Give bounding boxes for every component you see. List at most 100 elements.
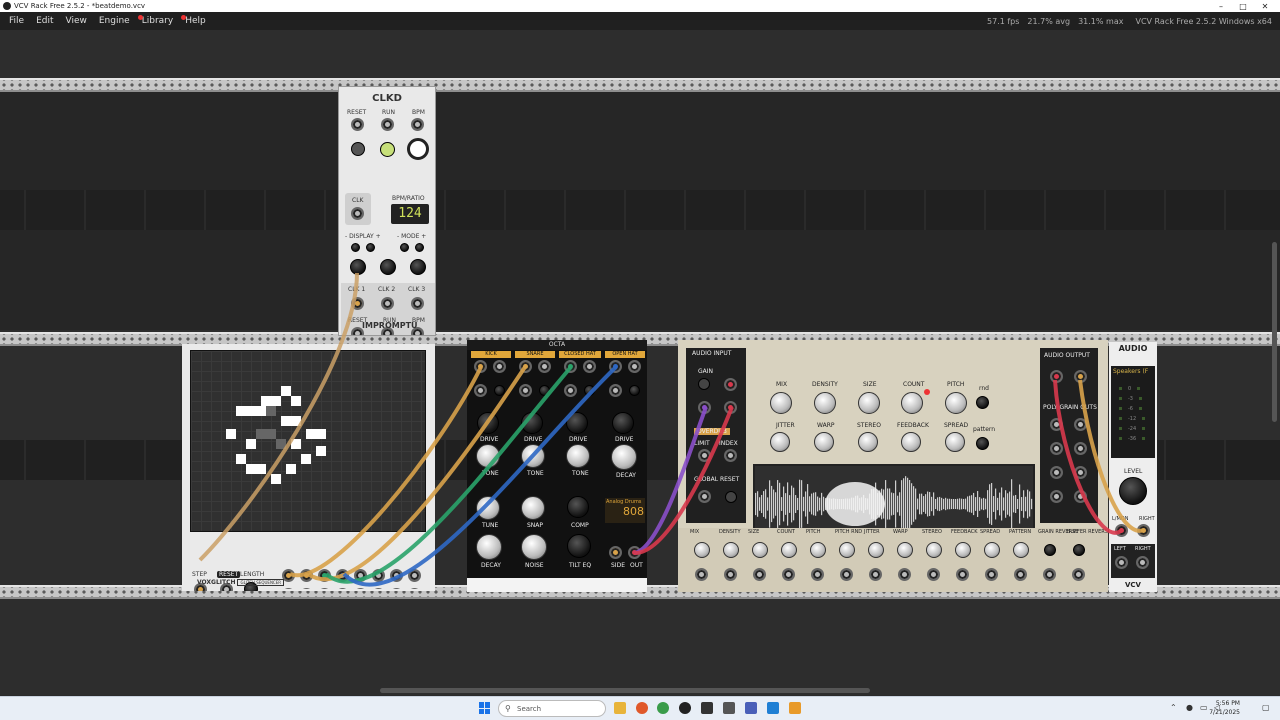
clkd-mode-minus[interactable] bbox=[400, 243, 409, 252]
app-icon-3[interactable] bbox=[789, 702, 801, 714]
ohat-drive-knob[interactable] bbox=[612, 412, 634, 434]
cv-attenuator-knob[interactable] bbox=[723, 542, 739, 558]
network-icon[interactable]: ▭ bbox=[1200, 703, 1208, 712]
clkd-reset-input[interactable] bbox=[351, 118, 364, 131]
windows-start-icon[interactable] bbox=[479, 702, 491, 714]
octa-drum-module[interactable]: OCTA KICK SNARE CLOSED HAT OPEN HAT DRIV… bbox=[467, 340, 647, 592]
cv-attenuator-knob[interactable] bbox=[926, 542, 942, 558]
menu-library[interactable]: Library bbox=[136, 15, 179, 26]
menu-help[interactable]: Help bbox=[179, 15, 212, 26]
kick-tone-knob[interactable] bbox=[476, 444, 500, 468]
snare-snap-knob[interactable] bbox=[521, 496, 545, 520]
snare-tone-knob[interactable] bbox=[521, 444, 545, 468]
taskbar-search[interactable]: ⚲ Search bbox=[498, 700, 606, 717]
jitter-knob[interactable] bbox=[770, 432, 790, 452]
clkd-display-minus[interactable] bbox=[351, 243, 360, 252]
cv-input-jack[interactable] bbox=[782, 568, 795, 581]
audio-device-screen[interactable]: Speakers (F 0 -3 -6 -12 -24 -36 bbox=[1111, 366, 1155, 458]
audio-input-right[interactable] bbox=[724, 401, 737, 414]
audio-output-right[interactable] bbox=[1074, 370, 1087, 383]
cv-input-jack[interactable] bbox=[753, 568, 766, 581]
audio-in-left[interactable] bbox=[1115, 524, 1128, 537]
size-knob[interactable] bbox=[858, 392, 880, 414]
kick-drive-knob[interactable] bbox=[477, 412, 499, 434]
clkd-display-plus[interactable] bbox=[366, 243, 375, 252]
warp-knob[interactable] bbox=[814, 432, 834, 452]
kick-decay-knob[interactable] bbox=[476, 534, 502, 560]
global-reset-button[interactable] bbox=[725, 491, 737, 503]
firefox-icon[interactable] bbox=[636, 702, 648, 714]
vox-out-4[interactable] bbox=[336, 569, 349, 582]
glitch-sequencer-grid[interactable] bbox=[190, 350, 426, 532]
ohat-out[interactable] bbox=[628, 360, 641, 373]
octa-side-input[interactable] bbox=[609, 546, 622, 559]
cv-attenuator-knob[interactable] bbox=[868, 542, 884, 558]
app-icon-2[interactable] bbox=[745, 702, 757, 714]
vox-out-3[interactable] bbox=[318, 569, 331, 582]
notification-icon[interactable]: ▢ bbox=[1262, 703, 1270, 712]
vertical-scrollbar[interactable] bbox=[1272, 242, 1277, 422]
ohat-decay-knob[interactable] bbox=[611, 444, 637, 470]
vox-out-6[interactable] bbox=[372, 569, 385, 582]
vscode-icon[interactable] bbox=[767, 702, 779, 714]
cv-attenuator-knob[interactable] bbox=[694, 542, 710, 558]
octa-mix-output[interactable] bbox=[628, 546, 641, 559]
clkd-mode-plus[interactable] bbox=[415, 243, 424, 252]
cv-input-jack[interactable] bbox=[811, 568, 824, 581]
minimize-button[interactable]: – bbox=[1210, 0, 1232, 12]
menu-view[interactable]: View bbox=[60, 16, 93, 26]
level-knob[interactable] bbox=[1119, 477, 1147, 505]
granular-module[interactable]: AUDIO INPUT GAIN OVERDUB LIMIT INDEX GLO… bbox=[678, 340, 1108, 592]
chat-out[interactable] bbox=[583, 360, 596, 373]
gain-knob[interactable] bbox=[698, 378, 710, 390]
vcv-audio-module[interactable]: AUDIO Speakers (F 0 -3 -6 -12 -24 -36 LEVEL L… bbox=[1109, 342, 1157, 592]
clkd-module[interactable]: CLKD RESET RUN BPM BPM/RATIO CLK 124 - D… bbox=[338, 86, 436, 336]
ohat-cv-input[interactable] bbox=[609, 384, 622, 397]
kick-mute-button[interactable] bbox=[494, 385, 505, 396]
chat-trig-input[interactable] bbox=[564, 360, 577, 373]
clkd-clk-input[interactable] bbox=[351, 207, 364, 220]
index-input[interactable] bbox=[724, 449, 737, 462]
clkd-clk2-output[interactable] bbox=[381, 297, 394, 310]
close-button[interactable]: ✕ bbox=[1254, 0, 1276, 12]
vcv-rack-taskbar-icon[interactable] bbox=[679, 702, 691, 714]
mix-knob[interactable] bbox=[770, 392, 792, 414]
menu-edit[interactable]: Edit bbox=[30, 16, 59, 26]
vox-out-7[interactable] bbox=[390, 569, 403, 582]
clkd-clk3-output[interactable] bbox=[411, 297, 424, 310]
chat-drive-knob[interactable] bbox=[566, 412, 588, 434]
system-clock[interactable]: 5:56 PM 7/21/2025 bbox=[1209, 699, 1240, 717]
reverse-button[interactable] bbox=[1044, 544, 1056, 556]
cv-input-jack[interactable] bbox=[1072, 568, 1085, 581]
audio-out-left[interactable] bbox=[1115, 556, 1128, 569]
cv-attenuator-knob[interactable] bbox=[1013, 542, 1029, 558]
clkd-clk1-output[interactable] bbox=[351, 297, 364, 310]
mic-icon[interactable]: ● bbox=[1186, 703, 1193, 712]
audio-input-left[interactable] bbox=[724, 378, 737, 391]
chat-tone-knob[interactable] bbox=[566, 444, 590, 468]
horizontal-scrollbar[interactable] bbox=[380, 688, 870, 693]
snare-cv-input[interactable] bbox=[519, 384, 532, 397]
snare-noise-knob[interactable] bbox=[521, 534, 547, 560]
menu-file[interactable]: File bbox=[3, 16, 30, 26]
chevron-up-icon[interactable]: ⌃ bbox=[1170, 703, 1177, 712]
clkd-ratio-knob-2[interactable] bbox=[380, 259, 396, 275]
kick-cv-input[interactable] bbox=[474, 384, 487, 397]
chat-tilt-eq-knob[interactable] bbox=[567, 534, 591, 558]
poly-out-2[interactable] bbox=[1074, 418, 1087, 431]
vox-out-8[interactable] bbox=[408, 569, 421, 582]
pitch-knob[interactable] bbox=[945, 392, 967, 414]
voxglitch-module[interactable]: STEP RESET LENGTH bbox=[182, 344, 435, 591]
audio-output-left[interactable] bbox=[1050, 370, 1063, 383]
cv-attenuator-knob[interactable] bbox=[955, 542, 971, 558]
reverse-button[interactable] bbox=[1073, 544, 1085, 556]
cv-input-jack[interactable] bbox=[985, 568, 998, 581]
clkd-bpm-input[interactable] bbox=[411, 118, 424, 131]
limit-input[interactable] bbox=[698, 449, 711, 462]
chrome-icon[interactable] bbox=[657, 702, 669, 714]
cv-input-jack[interactable] bbox=[1043, 568, 1056, 581]
snare-trig-input[interactable] bbox=[519, 360, 532, 373]
terminal-icon[interactable] bbox=[701, 702, 713, 714]
clkd-bpm-knob[interactable] bbox=[407, 138, 429, 160]
chat-mute-button[interactable] bbox=[584, 385, 595, 396]
